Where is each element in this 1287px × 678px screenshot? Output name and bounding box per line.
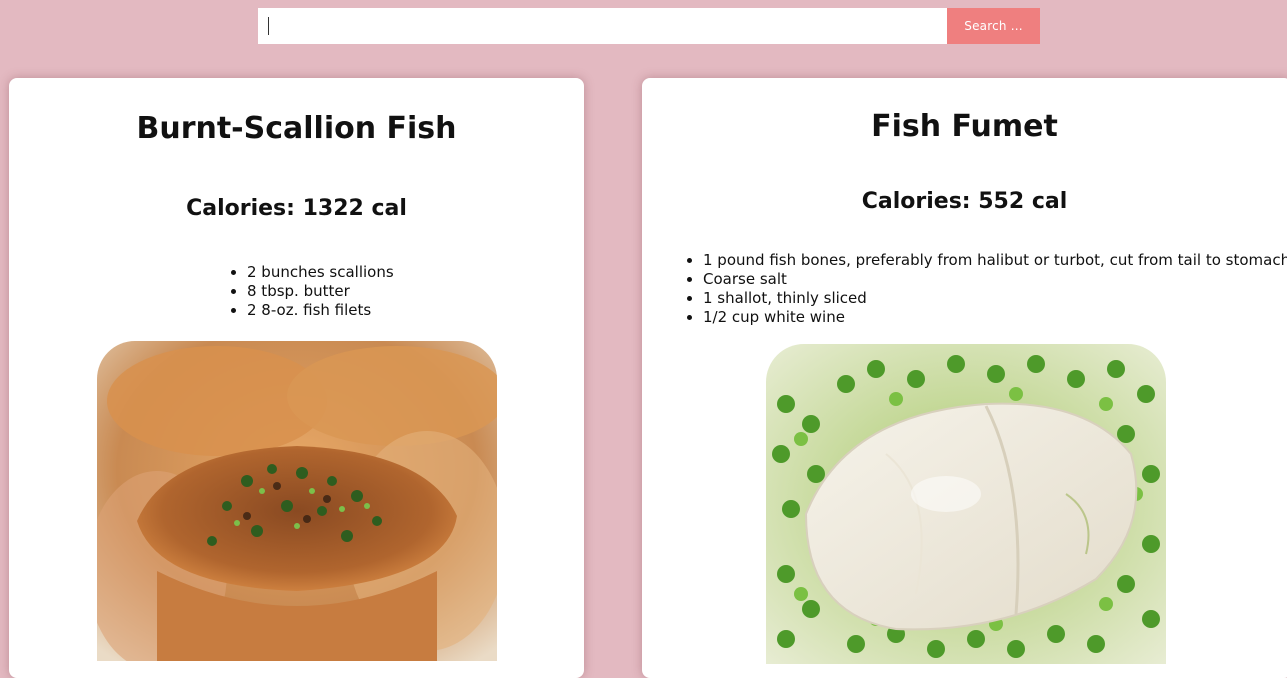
ingredient-item: 1 shallot, thinly sliced: [703, 289, 1287, 308]
ingredient-item: 1/2 cup white wine: [703, 308, 1287, 327]
fish-dish-image: [97, 341, 497, 661]
recipe-photo: [766, 344, 1166, 664]
recipe-card[interactable]: Fish Fumet Calories: 552 cal 1 pound fis…: [642, 78, 1287, 678]
ingredient-item: 1 pound fish bones, preferably from hali…: [703, 251, 1287, 270]
ingredient-item: 8 tbsp. butter: [247, 282, 394, 301]
recipe-photo: [97, 341, 497, 661]
ingredient-item: 2 8-oz. fish filets: [247, 301, 394, 320]
text-caret: [268, 17, 269, 35]
fish-dish-image: [766, 344, 1166, 664]
search-input-wrapper: [258, 8, 947, 44]
recipe-calories: Calories: 552 cal: [861, 189, 1068, 214]
ingredient-item: Coarse salt: [703, 270, 1287, 289]
recipe-card[interactable]: Burnt-Scallion Fish Calories: 1322 cal 2…: [9, 78, 584, 678]
recipe-calories: Calories: 1322 cal: [186, 196, 407, 221]
recipe-title: Burnt-Scallion Fish: [136, 111, 457, 146]
recipe-title: Fish Fumet: [871, 109, 1058, 144]
ingredient-list: 1 pound fish bones, preferably from hali…: [687, 251, 1287, 327]
search-button[interactable]: Search ...: [947, 8, 1040, 44]
ingredient-item: 2 bunches scallions: [247, 263, 394, 282]
search-input[interactable]: [258, 8, 947, 44]
search-bar: Search ...: [258, 8, 1040, 44]
ingredient-list: 2 bunches scallions 8 tbsp. butter 2 8-o…: [231, 263, 394, 320]
